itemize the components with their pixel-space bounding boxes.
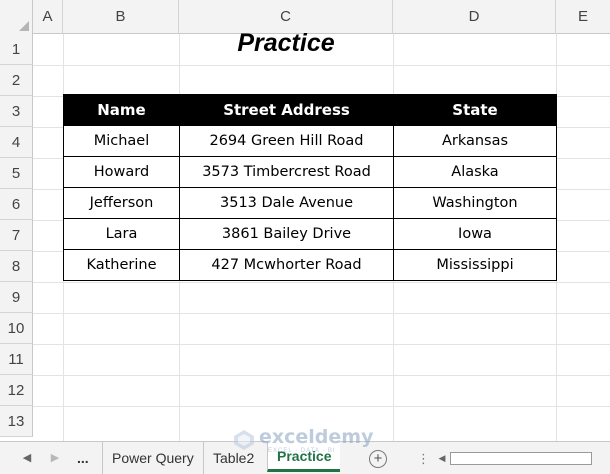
row-header[interactable]: 12	[0, 375, 33, 406]
watermark-name: exceldemy	[259, 426, 374, 448]
row-header[interactable]: 4	[0, 127, 33, 158]
table-cell[interactable]: Lara	[63, 218, 180, 250]
scroll-tabs-right-button[interactable]: ▶	[44, 442, 66, 474]
select-all-corner[interactable]	[0, 0, 33, 34]
gridline	[33, 375, 610, 376]
gridline	[33, 282, 610, 283]
row-header[interactable]: 11	[0, 344, 33, 375]
scroll-tabs-left-button[interactable]: ◀	[16, 442, 38, 474]
watermark-tagline: EXCEL · DATA · BI	[268, 448, 336, 454]
gridline	[33, 65, 610, 66]
column-header-b[interactable]: B	[63, 0, 179, 34]
more-sheets-button[interactable]: ...	[68, 442, 98, 474]
row-header[interactable]: 2	[0, 65, 33, 96]
gridline	[33, 313, 610, 314]
scrollbar-thumb[interactable]	[450, 452, 592, 465]
split-handle-icon[interactable]: ⋮	[417, 442, 430, 474]
address-table: Name Street Address State Michael 2694 G…	[63, 94, 557, 281]
row-header[interactable]: 7	[0, 220, 33, 251]
table-cell[interactable]: Katherine	[63, 249, 180, 281]
column-header-a[interactable]: A	[33, 0, 63, 34]
row-header[interactable]: 13	[0, 406, 33, 437]
table-row: Howard 3573 Timbercrest Road Alaska	[63, 156, 557, 188]
row-header[interactable]: 1	[0, 34, 33, 65]
scroll-left-arrow-icon[interactable]: ◀	[436, 451, 448, 466]
table-cell[interactable]: 3573 Timbercrest Road	[179, 156, 394, 188]
header-cell-state[interactable]: State	[393, 94, 557, 126]
row-header[interactable]: 6	[0, 189, 33, 220]
table-cell[interactable]: Washington	[393, 187, 557, 219]
watermark-logo-icon	[234, 430, 254, 450]
table-cell[interactable]: 3513 Dale Avenue	[179, 187, 394, 219]
sheet-tab-power-query[interactable]: Power Query	[102, 442, 203, 474]
table-cell[interactable]: 427 Mcwhorter Road	[179, 249, 394, 281]
table-cell[interactable]: Michael	[63, 125, 180, 157]
row-header[interactable]: 9	[0, 282, 33, 313]
table-header-row: Name Street Address State	[63, 94, 557, 126]
column-header-e[interactable]: E	[556, 0, 610, 34]
row-header[interactable]: 3	[0, 96, 33, 127]
table-cell[interactable]: Mississippi	[393, 249, 557, 281]
column-header-d[interactable]: D	[393, 0, 556, 34]
add-sheet-button[interactable]: +	[369, 450, 387, 468]
horizontal-scrollbar[interactable]: ◀	[436, 451, 604, 466]
table-row: Katherine 427 Mcwhorter Road Mississippi	[63, 249, 557, 281]
table-cell[interactable]: Arkansas	[393, 125, 557, 157]
table-cell[interactable]: 3861 Bailey Drive	[179, 218, 394, 250]
select-all-icon	[19, 21, 29, 31]
gridline	[33, 406, 610, 407]
table-row: Michael 2694 Green Hill Road Arkansas	[63, 125, 557, 157]
header-cell-name[interactable]: Name	[63, 94, 180, 126]
gridline	[33, 344, 610, 345]
table-row: Lara 3861 Bailey Drive Iowa	[63, 218, 557, 250]
row-header[interactable]: 8	[0, 251, 33, 282]
table-cell[interactable]: Howard	[63, 156, 180, 188]
header-cell-street-address[interactable]: Street Address	[179, 94, 394, 126]
row-header[interactable]: 10	[0, 313, 33, 344]
table-cell[interactable]: 2694 Green Hill Road	[179, 125, 394, 157]
table-cell[interactable]: Iowa	[393, 218, 557, 250]
table-row: Jefferson 3513 Dale Avenue Washington	[63, 187, 557, 219]
table-cell[interactable]: Jefferson	[63, 187, 180, 219]
table-cell[interactable]: Alaska	[393, 156, 557, 188]
row-header[interactable]: 5	[0, 158, 33, 189]
sheet-title-cell[interactable]: Practice	[179, 28, 393, 59]
